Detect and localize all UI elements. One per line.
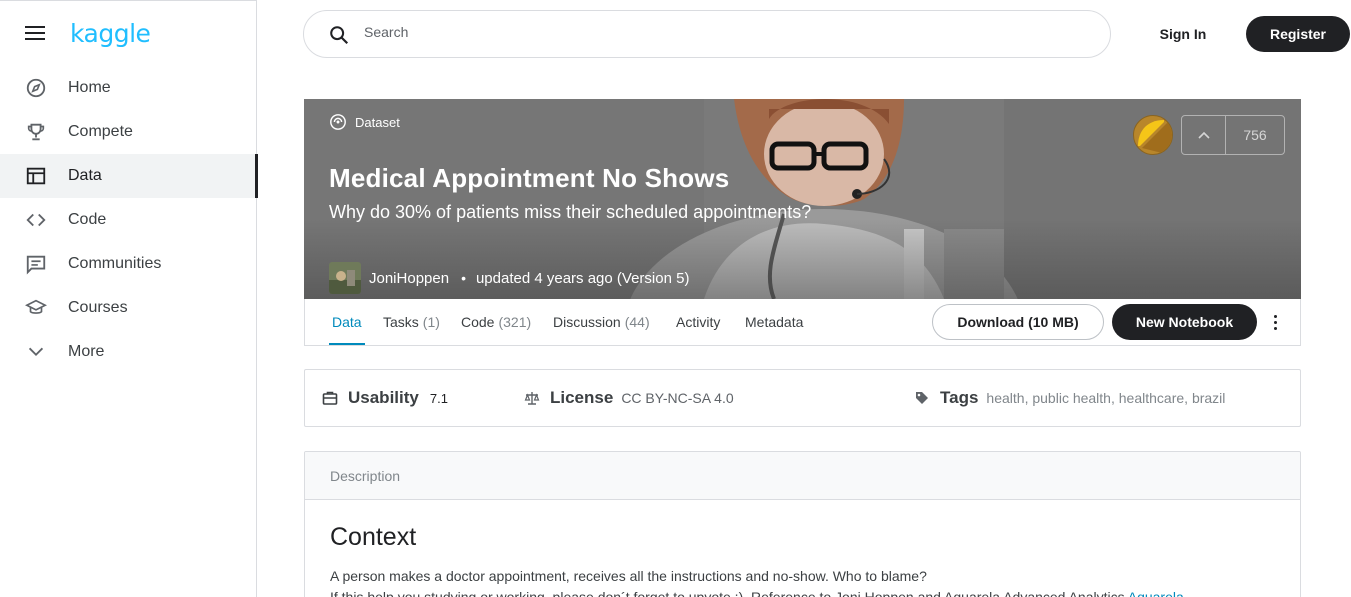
upvote-widget: 756	[1181, 115, 1285, 155]
dataset-tabs-bar: Data Tasks (1) Code (321) Discussion (44) A…	[304, 299, 1301, 346]
more-options-icon[interactable]	[1267, 311, 1283, 333]
dataset-subtitle: Why do 30% of patients miss their schedu…	[329, 202, 812, 222]
brand-area: kaggle	[0, 14, 257, 56]
tab-code[interactable]: Code (321)	[461, 299, 531, 345]
upvote-button[interactable]	[1182, 116, 1226, 154]
menu-icon[interactable]	[25, 26, 47, 44]
license-value[interactable]: CC BY-NC-SA 4.0	[621, 390, 733, 406]
description-line: If this help you studying or working, pl…	[330, 589, 1184, 597]
upvote-count: 756	[1243, 127, 1267, 143]
tag-link[interactable]: public health	[1032, 390, 1111, 406]
description-header: Description	[305, 452, 1300, 500]
aquarela-link[interactable]: Aquarela	[1128, 589, 1184, 597]
sidebar-item-data[interactable]: Data	[0, 154, 258, 198]
author-row: JoniHoppen • updated 4 years ago (Versio…	[329, 262, 689, 294]
tag-icon	[916, 392, 928, 404]
dataset-type-label: Dataset	[355, 114, 400, 130]
license-info: License CC BY-NC-SA 4.0	[524, 370, 734, 426]
sidebar-item-label: Data	[68, 167, 102, 184]
register-button[interactable]: Register	[1246, 16, 1350, 52]
tags-info: Tags health, public health, healthcare, …	[914, 370, 1225, 426]
scale-icon	[524, 392, 540, 405]
tab-count: (321)	[498, 314, 532, 330]
tab-label: Tasks	[383, 314, 419, 330]
sidebar-item-label: Code	[68, 211, 107, 228]
tab-label: Metadata	[745, 314, 804, 330]
tags-label: Tags	[940, 388, 979, 407]
usability-value: 7.1	[429, 390, 448, 406]
tab-activity[interactable]: Activity	[676, 299, 720, 345]
sign-in-button[interactable]: Sign In	[1146, 17, 1220, 51]
sidebar-item-more[interactable]: More	[0, 330, 257, 374]
school-icon	[25, 299, 47, 314]
sidebar-nav: Home Compete Data Code Communities Cours…	[0, 66, 258, 374]
chevron-up-icon	[1197, 131, 1210, 139]
briefcase-icon	[322, 391, 338, 405]
sidebar-item-label: Courses	[68, 299, 128, 316]
dataset-type-tag: Dataset	[329, 113, 400, 131]
search-icon	[330, 26, 349, 45]
tab-label: Discussion	[553, 314, 621, 330]
dataset-title: Medical Appointment No Shows	[329, 163, 730, 193]
avatar[interactable]	[329, 262, 361, 294]
sidebar-item-communities[interactable]: Communities	[0, 242, 257, 286]
dataset-info-bar: Usability 7.1 License CC BY-NC-SA 4.0 Ta…	[304, 369, 1301, 427]
separator-dot: •	[461, 270, 466, 286]
tab-label: Code	[461, 314, 495, 330]
compass-icon	[26, 78, 46, 98]
description-line: A person makes a doctor appointment, rec…	[330, 568, 927, 584]
sidebar-item-label: Compete	[68, 123, 133, 140]
top-divider	[0, 0, 257, 1]
author-name[interactable]: JoniHoppen	[369, 270, 449, 287]
tag-link[interactable]: healthcare	[1119, 390, 1184, 406]
sidebar-item-courses[interactable]: Courses	[0, 286, 257, 330]
tag-link[interactable]: brazil	[1192, 390, 1225, 406]
dataset-banner: Dataset Medical Appointment No Shows Why…	[304, 99, 1301, 299]
download-button[interactable]: Download (10 MB)	[932, 304, 1104, 340]
sidebar-item-compete[interactable]: Compete	[0, 110, 257, 154]
search-input[interactable]	[364, 24, 964, 40]
description-text: If this help you studying or working, pl…	[330, 589, 1128, 597]
new-notebook-button[interactable]: New Notebook	[1112, 304, 1257, 340]
usability-label: Usability	[348, 388, 419, 407]
sidebar-item-code[interactable]: Code	[0, 198, 257, 242]
sidebar: kaggle Home Compete Data Code Communitie…	[0, 0, 258, 597]
chat-icon	[26, 255, 46, 275]
sidebar-item-label: More	[68, 343, 105, 360]
dataset-icon	[330, 114, 346, 130]
tab-count: (1)	[422, 314, 440, 330]
usability-info: Usability 7.1	[322, 370, 448, 426]
tag-link[interactable]: health	[986, 390, 1024, 406]
description-card: Description Context A person makes a doc…	[304, 451, 1301, 597]
tab-data[interactable]: Data	[329, 299, 365, 345]
sidebar-item-label: Home	[68, 79, 111, 96]
tab-label: Activity	[676, 314, 721, 330]
code-icon	[26, 213, 46, 227]
gold-medal-icon	[1133, 115, 1173, 155]
chevron-down-icon	[28, 347, 44, 357]
tab-discussion[interactable]: Discussion (44)	[553, 299, 650, 345]
search-bar[interactable]	[303, 10, 1111, 58]
tab-count: (44)	[624, 314, 650, 330]
table-icon	[26, 167, 46, 185]
kaggle-logo[interactable]: kaggle	[70, 19, 151, 48]
updated-text: updated 4 years ago (Version 5)	[475, 269, 690, 287]
sidebar-item-label: Communities	[68, 255, 162, 272]
tab-metadata[interactable]: Metadata	[745, 299, 803, 345]
sidebar-item-home[interactable]: Home	[0, 66, 257, 110]
tab-label: Data	[332, 314, 362, 330]
license-label: License	[550, 388, 614, 407]
description-heading: Context	[330, 523, 417, 551]
tags-list: health, public health, healthcare, brazi…	[986, 390, 1226, 406]
tab-tasks[interactable]: Tasks (1)	[383, 299, 440, 345]
trophy-icon	[27, 123, 45, 141]
